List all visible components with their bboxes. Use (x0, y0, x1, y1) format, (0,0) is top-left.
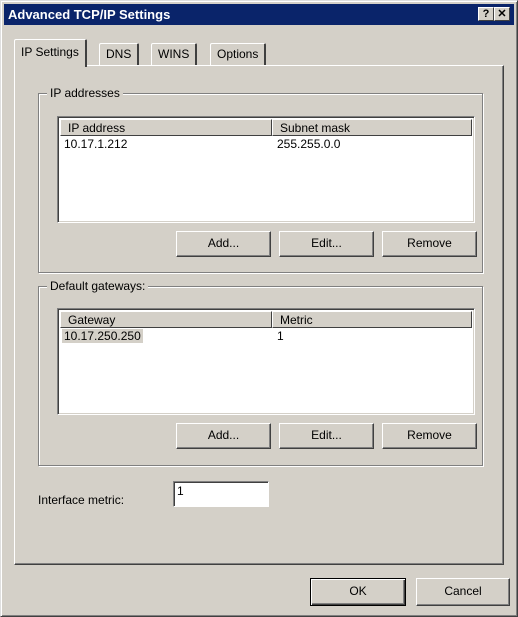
ip-addresses-group-label: IP addresses (47, 86, 123, 100)
tab-dns[interactable]: DNS (99, 43, 140, 65)
add-gateway-button[interactable]: Add... (176, 423, 271, 449)
remove-ip-button[interactable]: Remove (382, 231, 477, 257)
add-ip-button[interactable]: Add... (176, 231, 271, 257)
column-header-ip-address[interactable]: IP address (60, 119, 272, 136)
default-gateways-group-label: Default gateways: (47, 279, 149, 293)
column-header-metric[interactable]: Metric (272, 311, 472, 328)
ip-address-cell: 10.17.1.212 (64, 137, 128, 151)
remove-gateway-button[interactable]: Remove (382, 423, 477, 449)
edit-gateway-button[interactable]: Edit... (279, 423, 374, 449)
help-button[interactable]: ? (478, 7, 494, 21)
column-header-gateway[interactable]: Gateway (60, 311, 272, 328)
column-header-subnet-mask[interactable]: Subnet mask (272, 119, 472, 136)
subnet-mask-cell: 255.255.0.0 (277, 137, 341, 151)
ip-address-list[interactable]: IP address Subnet mask 10.17.1.212 255.2… (57, 116, 475, 223)
cancel-button[interactable]: Cancel (416, 578, 510, 606)
advanced-tcpip-dialog: Advanced TCP/IP Settings ? ✕ IP Settings… (0, 0, 518, 617)
default-gateways-group: Default gateways: Gateway Metric 10.17.2… (38, 279, 483, 466)
gateway-cell: 10.17.250.250 (62, 329, 143, 343)
tab-wins[interactable]: WINS (151, 43, 198, 65)
ip-settings-panel: IP addresses IP address Subnet mask 10.1… (14, 65, 504, 565)
close-button[interactable]: ✕ (494, 7, 510, 21)
interface-metric-label: Interface metric: (38, 493, 125, 507)
window-title: Advanced TCP/IP Settings (8, 7, 171, 22)
metric-cell: 1 (277, 329, 284, 343)
gateway-list[interactable]: Gateway Metric 10.17.250.250 1 (57, 308, 475, 415)
edit-ip-button[interactable]: Edit... (279, 231, 374, 257)
title-bar: Advanced TCP/IP Settings ? ✕ (4, 4, 514, 25)
tab-ip-settings[interactable]: IP Settings (14, 39, 87, 67)
tab-options[interactable]: Options (210, 43, 267, 65)
ip-addresses-group: IP addresses IP address Subnet mask 10.1… (38, 86, 483, 273)
interface-metric-input[interactable]: 1 (173, 481, 269, 507)
ok-button[interactable]: OK (310, 578, 406, 606)
